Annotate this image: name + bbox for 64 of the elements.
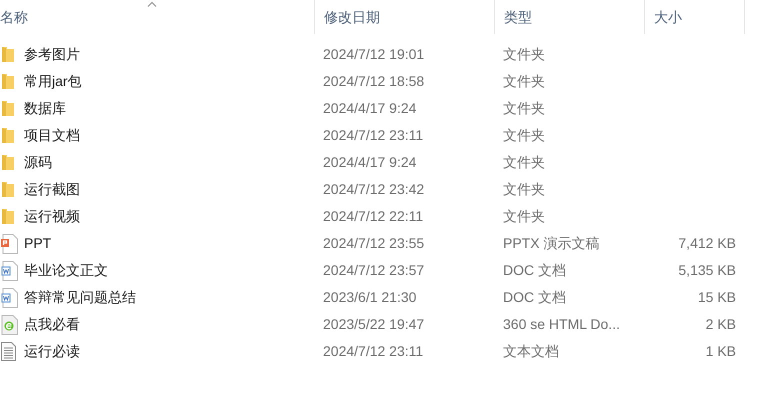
folder-icon [1, 100, 15, 117]
modified-date: 2024/7/12 23:11 [323, 127, 424, 143]
file-type: PPTX 演示文稿 [503, 235, 600, 251]
modified-date: 2024/7/12 23:57 [323, 262, 424, 278]
file-name: 数据库 [24, 99, 66, 118]
file-name: 常用jar包 [24, 72, 82, 91]
modified-date: 2024/7/12 23:42 [323, 181, 424, 197]
folder-icon [1, 154, 15, 171]
file-row[interactable]: 数据库 2024/4/17 9:24 文件夹 [0, 95, 784, 122]
folder-icon [1, 73, 15, 90]
modified-date: 2024/4/17 9:24 [323, 154, 416, 170]
file-name: PPT [24, 234, 52, 253]
file-type: 文件夹 [503, 73, 545, 89]
file-row[interactable]: 运行必读 2024/7/12 23:11 文本文档 1 KB [0, 338, 784, 365]
folder-icon [1, 208, 15, 225]
file-size: 5,135 KB [678, 261, 736, 280]
file-name: 毕业论文正文 [24, 261, 108, 280]
file-size: 1 KB [706, 342, 736, 361]
file-row[interactable]: 项目文档 2024/7/12 23:11 文件夹 [0, 122, 784, 149]
file-size: 7,412 KB [678, 234, 736, 253]
modified-date: 2024/7/12 19:01 [323, 46, 424, 62]
file-type: 文件夹 [503, 208, 545, 224]
file-type: 文件夹 [503, 46, 545, 62]
file-type: 文本文档 [503, 343, 559, 359]
modified-date: 2023/5/22 19:47 [323, 316, 424, 332]
file-row[interactable]: 源码 2024/4/17 9:24 文件夹 [0, 149, 784, 176]
file-name: 源码 [24, 153, 52, 172]
file-row[interactable]: 常用jar包 2024/7/12 18:58 文件夹 [0, 68, 784, 95]
file-type: 文件夹 [503, 181, 545, 197]
modified-date: 2023/6/1 21:30 [323, 289, 416, 305]
column-header[interactable]: 名称 [0, 0, 314, 34]
file-row[interactable]: 点我必看 2023/5/22 19:47 360 se HTML Do... 2 KB [0, 311, 784, 338]
file-row[interactable]: PPT 2024/7/12 23:55 PPTX 演示文稿 7,412 KB [0, 230, 784, 257]
file-name: 答辩常见问题总结 [24, 288, 136, 307]
column-header[interactable]: 类型 [494, 0, 644, 34]
file-name: 运行必读 [24, 342, 80, 361]
modified-date: 2024/4/17 9:24 [323, 100, 416, 116]
modified-date: 2024/7/12 22:11 [323, 208, 424, 224]
file-type: DOC 文档 [503, 262, 566, 278]
column-header[interactable]: 大小 [644, 0, 745, 34]
file-type: DOC 文档 [503, 289, 566, 305]
folder-icon [1, 181, 15, 198]
file-type: 文件夹 [503, 154, 545, 170]
file-name: 运行视频 [24, 207, 80, 226]
file-name: 运行截图 [24, 180, 80, 199]
modified-date: 2024/7/12 23:55 [323, 235, 424, 251]
file-row[interactable]: 答辩常见问题总结 2023/6/1 21:30 DOC 文档 15 KB [0, 284, 784, 311]
modified-date: 2024/7/12 23:11 [323, 343, 424, 359]
file-type: 文件夹 [503, 127, 545, 143]
file-size: 2 KB [706, 315, 736, 334]
column-header[interactable]: 修改日期 [314, 0, 494, 34]
file-type: 360 se HTML Do... [503, 316, 620, 332]
file-row[interactable]: 运行视频 2024/7/12 22:11 文件夹 [0, 203, 784, 230]
file-name: 参考图片 [24, 45, 80, 64]
file-row[interactable]: 毕业论文正文 2024/7/12 23:57 DOC 文档 5,135 KB [0, 257, 784, 284]
file-row[interactable]: 运行截图 2024/7/12 23:42 文件夹 [0, 176, 784, 203]
file-name: 点我必看 [24, 315, 80, 334]
modified-date: 2024/7/12 18:58 [323, 73, 424, 89]
file-name: 项目文档 [24, 126, 80, 145]
folder-icon [1, 46, 15, 63]
file-type: 文件夹 [503, 100, 545, 116]
file-size: 15 KB [698, 288, 736, 307]
file-row[interactable]: 参考图片 2024/7/12 19:01 文件夹 [0, 41, 784, 68]
folder-icon [1, 127, 15, 144]
